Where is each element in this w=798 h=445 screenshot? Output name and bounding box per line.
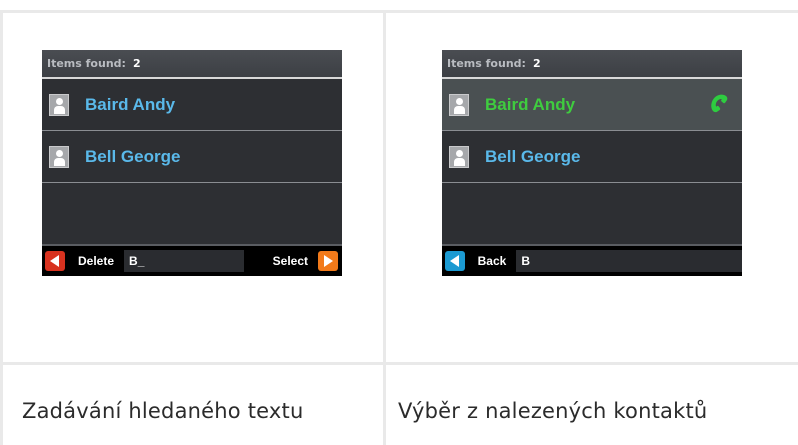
contact-name: Bell George [85, 146, 181, 166]
table-border-left [0, 12, 3, 445]
contact-name: Baird Andy [485, 94, 576, 114]
table-column-divider [383, 12, 386, 445]
table-row-divider [0, 362, 798, 365]
contact-row[interactable]: Bell George [442, 131, 742, 183]
contact-row[interactable]: Baird Andy [42, 79, 342, 131]
items-found-label: Items found: [47, 57, 126, 70]
caption-select-contact: Výběr z nalezených kontaktů [398, 399, 708, 423]
person-icon [449, 145, 469, 168]
search-input[interactable]: B_ [124, 250, 245, 272]
contact-name: Bell George [485, 146, 581, 166]
results-header: Items found: 2 [42, 50, 342, 79]
select-button[interactable] [318, 251, 338, 271]
delete-label: Delete [78, 254, 115, 268]
contact-name: Baird Andy [85, 94, 176, 114]
screen-footer: Delete B_ Select [42, 244, 342, 276]
person-icon [49, 145, 69, 168]
caption-search-text: Zadávání hledaného textu [22, 399, 304, 423]
arrow-right-icon [324, 255, 333, 267]
select-label: Select [272, 254, 308, 268]
contact-row[interactable]: Bell George [42, 131, 342, 183]
screen-footer: Back B [442, 244, 742, 276]
items-found-count: 2 [132, 57, 141, 70]
delete-button[interactable] [45, 251, 65, 271]
phone-icon[interactable] [706, 93, 730, 117]
device-screen-search: Items found: 2 Baird Andy Bell George De… [42, 50, 342, 276]
layout-frame: Items found: 2 Baird Andy Bell George De… [0, 0, 798, 445]
back-button[interactable] [445, 251, 465, 271]
table-border-top [0, 10, 798, 13]
contact-row-selected[interactable]: Baird Andy [442, 79, 742, 131]
arrow-left-icon [50, 255, 59, 267]
device-screen-results: Items found: 2 Baird Andy Bell George Ba… [442, 50, 742, 276]
arrow-left-icon [450, 255, 459, 267]
results-header: Items found: 2 [442, 50, 742, 79]
back-label: Back [477, 254, 507, 268]
search-input[interactable]: B [516, 250, 742, 272]
items-found-label: Items found: [447, 57, 526, 70]
person-icon [49, 93, 69, 116]
person-icon [449, 93, 469, 116]
items-found-count: 2 [532, 57, 541, 70]
